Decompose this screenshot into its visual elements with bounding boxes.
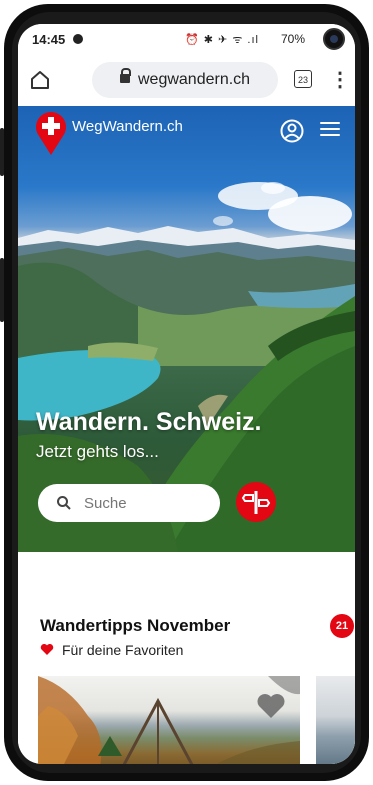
phone-bezel: 14:45 ⏰ ✱ ✈ ᯤ .ıl 70% wegwandern.ch 23 ⋮ bbox=[12, 12, 361, 773]
search-bar[interactable] bbox=[38, 484, 220, 522]
address-bar[interactable]: wegwandern.ch bbox=[92, 62, 278, 98]
more-menu-icon[interactable]: ⋮ bbox=[330, 66, 350, 94]
signpost-icon bbox=[241, 491, 271, 514]
count-badge: 21 bbox=[330, 614, 354, 638]
phone-frame: 14:45 ⏰ ✱ ✈ ᯤ .ıl 70% wegwandern.ch 23 ⋮ bbox=[4, 4, 369, 781]
hero-banner: WegWandern.ch Wandern. Schweiz. Jetzt ge… bbox=[18, 106, 355, 552]
section-title: Wandertipps November bbox=[40, 616, 231, 635]
browser-toolbar: wegwandern.ch 23 ⋮ bbox=[18, 54, 355, 107]
wegwandern-logo-icon bbox=[36, 112, 66, 155]
hamburger-menu-icon[interactable] bbox=[320, 122, 340, 138]
hiking-tips-section: Wandertipps November 21 Für deine Favori… bbox=[18, 552, 355, 764]
notification-icon bbox=[73, 34, 83, 44]
signpost-button[interactable] bbox=[236, 482, 276, 522]
status-bar: 14:45 ⏰ ✱ ✈ ᯤ .ıl 70% bbox=[18, 24, 355, 54]
hero-subtitle: Jetzt gehts los... bbox=[36, 442, 159, 461]
status-icons: ⏰ ✱ ✈ ᯤ .ıl bbox=[185, 34, 259, 46]
tabs-button[interactable]: 23 bbox=[294, 70, 312, 88]
logo-text[interactable]: WegWandern.ch bbox=[72, 118, 183, 135]
lock-icon bbox=[120, 68, 131, 83]
search-icon bbox=[57, 496, 71, 510]
url-text: wegwandern.ch bbox=[138, 71, 251, 88]
front-camera bbox=[323, 28, 345, 50]
status-time: 14:45 bbox=[32, 32, 66, 47]
card-scene-image bbox=[38, 676, 300, 764]
home-icon[interactable] bbox=[28, 68, 52, 92]
favorite-heart-icon[interactable] bbox=[256, 692, 286, 720]
hero-title: Wandern. Schweiz. bbox=[36, 408, 262, 436]
search-input[interactable] bbox=[84, 484, 214, 522]
next-hike-card-image[interactable] bbox=[316, 676, 355, 764]
heart-icon bbox=[40, 643, 54, 655]
battery-level: 70% bbox=[280, 32, 305, 46]
favorites-label: Für deine Favoriten bbox=[62, 642, 184, 658]
screen: 14:45 ⏰ ✱ ✈ ᯤ .ıl 70% wegwandern.ch 23 ⋮ bbox=[18, 24, 355, 764]
hike-card-image[interactable] bbox=[38, 676, 300, 764]
user-account-icon[interactable] bbox=[280, 119, 304, 143]
